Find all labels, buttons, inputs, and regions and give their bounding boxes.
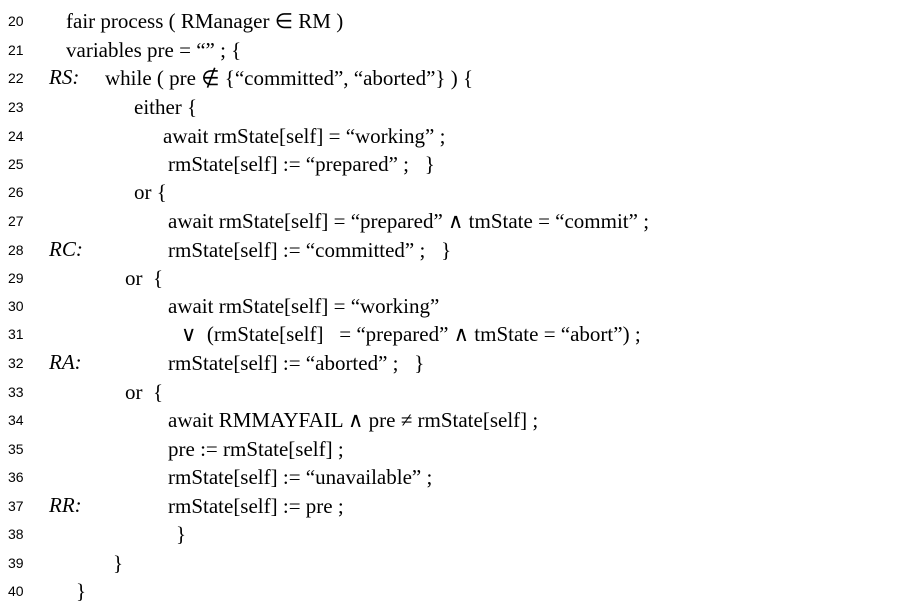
line-number: 36 xyxy=(8,469,24,485)
code-listing: 20 fair process ( RManager ∈ RM ) 21 var… xyxy=(0,0,908,608)
code-line-29: 29 or { xyxy=(0,264,908,292)
code-text: variables pre = “” ; { xyxy=(66,38,242,62)
code-text: while ( pre ∉ {“committed”, “aborted”} )… xyxy=(105,66,474,90)
code-line-25: 25 rmState[self] := “prepared” ; } xyxy=(0,150,908,178)
code-line-39: 39 } xyxy=(0,549,908,577)
line-number: 31 xyxy=(8,326,24,342)
code-text: } xyxy=(76,579,87,603)
line-number: 39 xyxy=(8,555,24,571)
step-label: RA: xyxy=(49,350,82,374)
code-text: ∨ (rmState[self] = “prepared” ∧ tmState … xyxy=(181,322,641,346)
code-text: } xyxy=(176,522,187,546)
code-text: await rmState[self] = “prepared” ∧ tmSta… xyxy=(168,209,650,233)
code-line-24: 24 await rmState[self] = “working” ; xyxy=(0,122,908,150)
code-text: fair process ( RManager ∈ RM ) xyxy=(66,9,344,33)
line-number: 22 xyxy=(8,70,24,86)
code-line-26: 26 or { xyxy=(0,178,908,206)
line-number: 28 xyxy=(8,242,24,258)
line-number: 25 xyxy=(8,156,24,172)
code-text: either { xyxy=(134,95,198,119)
code-line-27: 27 await rmState[self] = “prepared” ∧ tm… xyxy=(0,207,908,235)
code-line-31: 31 ∨ (rmState[self] = “prepared” ∧ tmSta… xyxy=(0,320,908,348)
code-line-35: 35 pre := rmState[self] ; xyxy=(0,435,908,463)
line-number: 26 xyxy=(8,184,24,200)
line-number: 33 xyxy=(8,384,24,400)
line-number: 34 xyxy=(8,412,24,428)
line-number: 30 xyxy=(8,298,24,314)
code-line-23: 23 either { xyxy=(0,93,908,121)
code-line-38: 38 } xyxy=(0,520,908,548)
step-label: RC: xyxy=(49,237,83,261)
step-label: RR: xyxy=(49,493,82,517)
code-line-21: 21 variables pre = “” ; { xyxy=(0,36,908,64)
line-number: 38 xyxy=(8,526,24,542)
code-line-30: 30 await rmState[self] = “working” xyxy=(0,292,908,320)
line-number: 40 xyxy=(8,583,24,599)
code-line-33: 33 or { xyxy=(0,378,908,406)
code-text: or { xyxy=(125,266,164,290)
code-text: await rmState[self] = “working” ; xyxy=(163,124,446,148)
code-line-22: 22 RS: while ( pre ∉ {“committed”, “abor… xyxy=(0,64,908,92)
code-text: await RMMAYFAIL ∧ pre ≠ rmState[self] ; xyxy=(168,408,539,432)
line-number: 37 xyxy=(8,498,24,514)
code-text: or { xyxy=(134,180,167,204)
code-line-34: 34 await RMMAYFAIL ∧ pre ≠ rmState[self]… xyxy=(0,406,908,434)
line-number: 35 xyxy=(8,441,24,457)
code-line-28: 28 RC: rmState[self] := “committed” ; } xyxy=(0,236,908,264)
line-number: 21 xyxy=(8,42,24,58)
code-line-20: 20 fair process ( RManager ∈ RM ) xyxy=(0,7,908,35)
code-text: rmState[self] := “committed” ; } xyxy=(168,238,452,262)
line-number: 24 xyxy=(8,128,24,144)
line-number: 27 xyxy=(8,213,24,229)
code-text: pre := rmState[self] ; xyxy=(168,437,344,461)
step-label: RS: xyxy=(49,65,80,89)
code-text: rmState[self] := “unavailable” ; xyxy=(168,465,433,489)
code-line-36: 36 rmState[self] := “unavailable” ; xyxy=(0,463,908,491)
line-number: 32 xyxy=(8,355,24,371)
code-line-40: 40 } xyxy=(0,577,908,605)
line-number: 23 xyxy=(8,99,24,115)
code-text: rmState[self] := “aborted” ; } xyxy=(168,351,425,375)
line-number: 20 xyxy=(8,13,24,29)
code-text: rmState[self] := “prepared” ; } xyxy=(168,152,435,176)
code-text: rmState[self] := pre ; xyxy=(168,494,344,518)
code-text: } xyxy=(113,551,124,575)
code-text: or { xyxy=(125,380,164,404)
code-text: await rmState[self] = “working” xyxy=(168,294,440,318)
code-line-32: 32 RA: rmState[self] := “aborted” ; } xyxy=(0,349,908,377)
code-line-37: 37 RR: rmState[self] := pre ; xyxy=(0,492,908,520)
line-number: 29 xyxy=(8,270,24,286)
